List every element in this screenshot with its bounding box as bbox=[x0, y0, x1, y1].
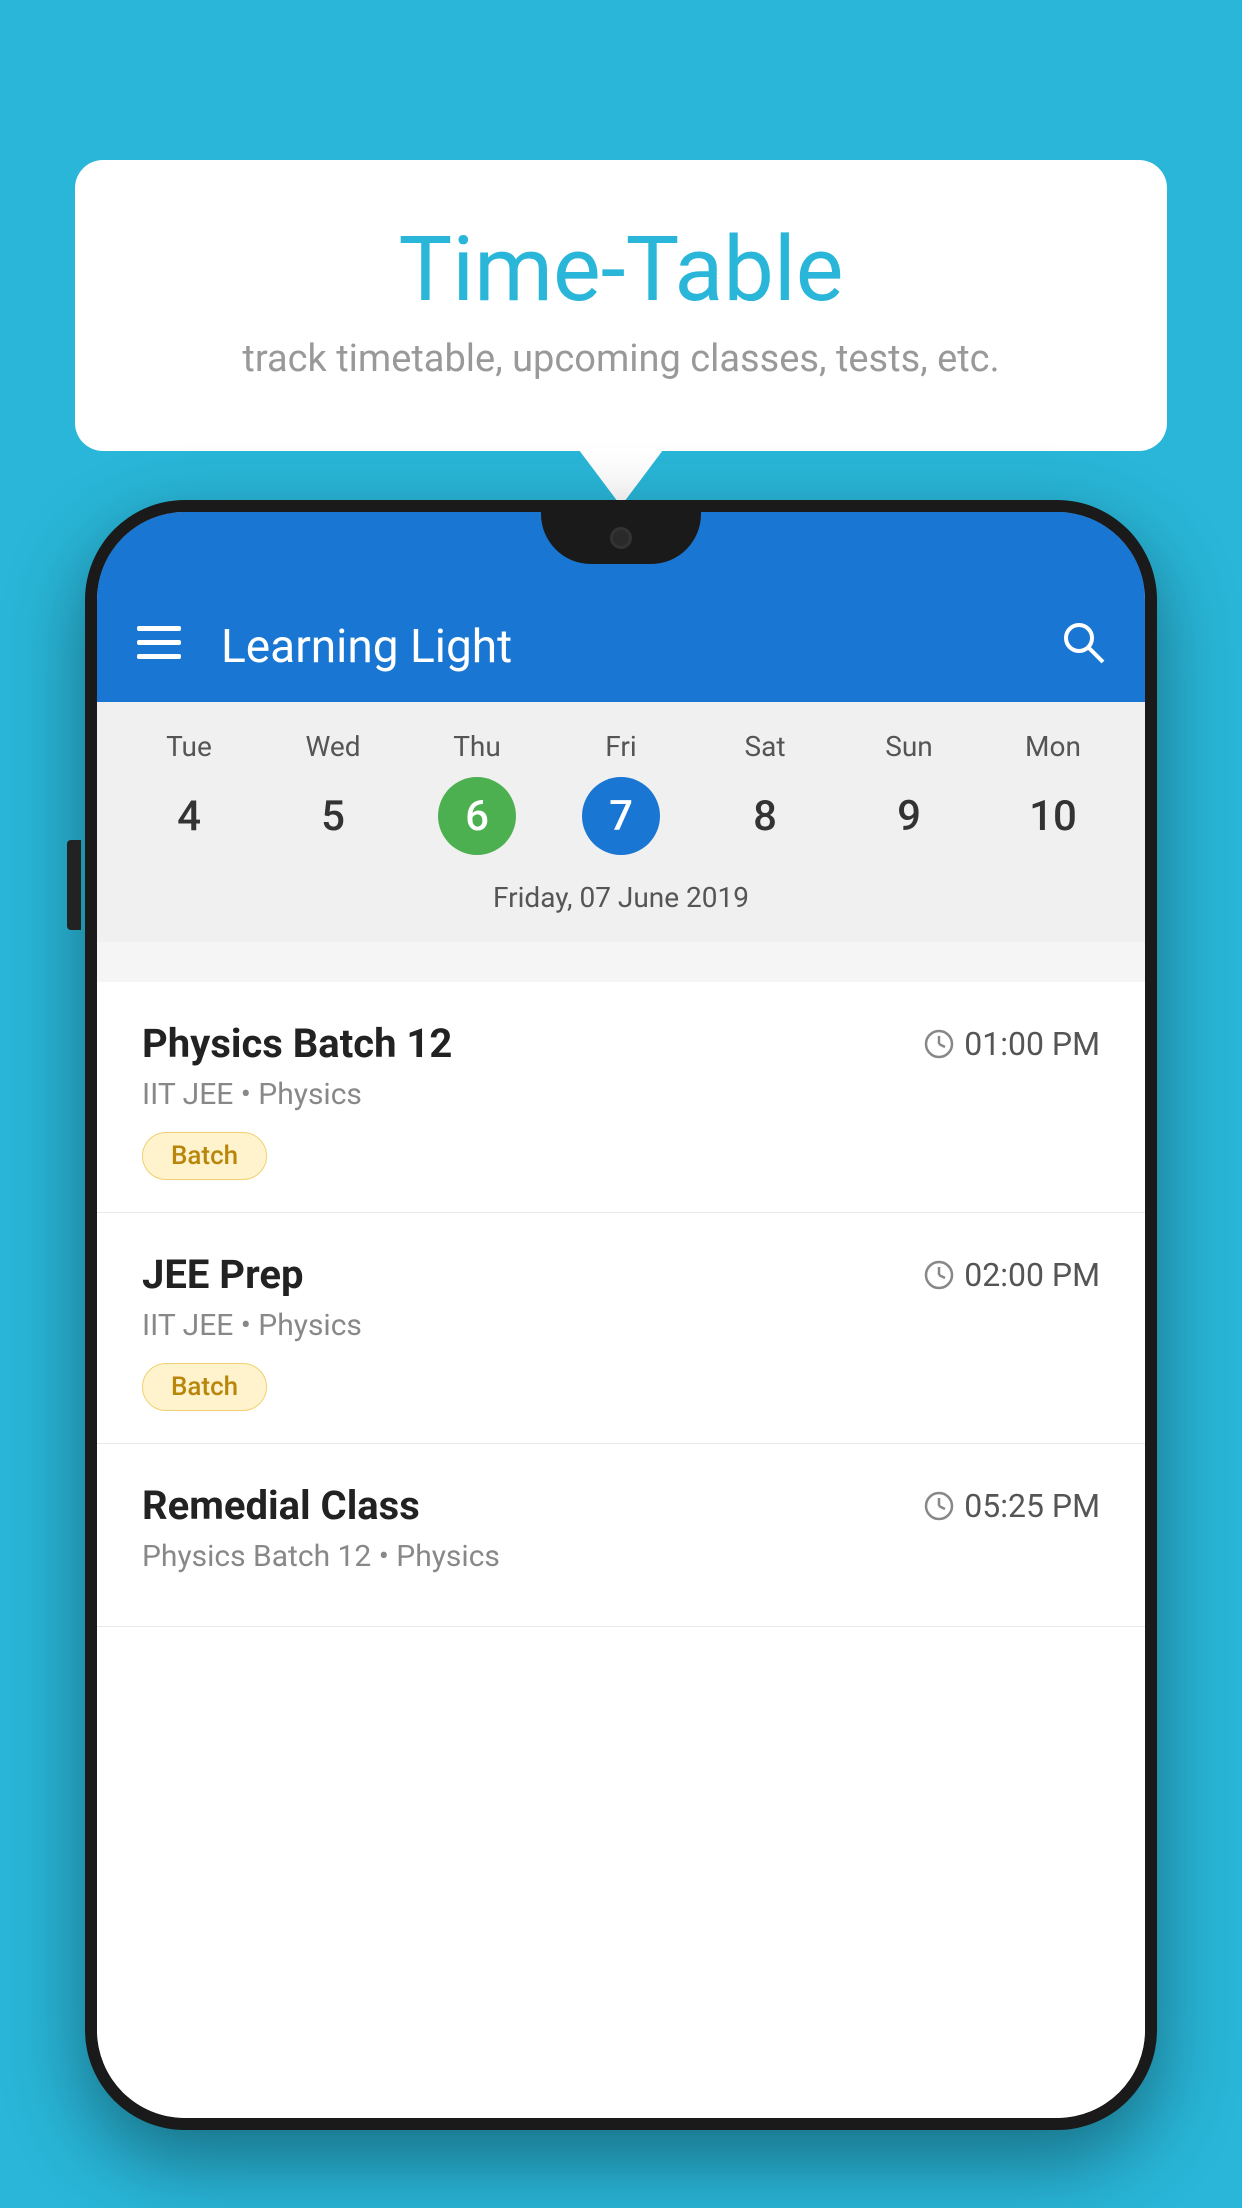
schedule-item[interactable]: Physics Batch 12 01:00 PM IIT JEE • Physic… bbox=[97, 982, 1145, 1213]
day-number: 5 bbox=[294, 777, 372, 855]
schedule-item-header: JEE Prep 02:00 PM bbox=[142, 1251, 1100, 1298]
day-name: Thu bbox=[453, 730, 501, 763]
hamburger-icon[interactable] bbox=[137, 626, 181, 668]
day-number: 4 bbox=[150, 777, 228, 855]
day-cell-sat[interactable]: Sat 8 bbox=[705, 730, 825, 855]
schedule-item-title: Remedial Class bbox=[142, 1482, 420, 1529]
schedule-item-time: 05:25 PM bbox=[924, 1487, 1100, 1525]
day-number: 10 bbox=[1014, 777, 1092, 855]
day-cell-wed[interactable]: Wed 5 bbox=[273, 730, 393, 855]
selected-date-label: Friday, 07 June 2019 bbox=[97, 869, 1145, 932]
schedule-item-subtitle: IIT JEE • Physics bbox=[142, 1308, 1100, 1343]
search-icon[interactable] bbox=[1061, 620, 1105, 675]
camera-dot bbox=[610, 527, 632, 549]
day-name: Sun bbox=[885, 730, 933, 763]
day-name: Mon bbox=[1025, 730, 1081, 763]
batch-tag: Batch bbox=[142, 1132, 267, 1180]
day-cell-thu[interactable]: Thu 6 bbox=[417, 730, 537, 855]
day-name: Sat bbox=[744, 730, 785, 763]
bubble-subtitle: track timetable, upcoming classes, tests… bbox=[155, 337, 1087, 381]
schedule-item-subtitle: Physics Batch 12 • Physics bbox=[142, 1539, 1100, 1574]
schedule-item-header: Remedial Class 05:25 PM bbox=[142, 1482, 1100, 1529]
schedule-item-time: 01:00 PM bbox=[924, 1025, 1100, 1063]
day-cell-mon[interactable]: Mon 10 bbox=[993, 730, 1113, 855]
schedule-item-time: 02:00 PM bbox=[924, 1256, 1100, 1294]
day-name: Tue bbox=[166, 730, 212, 763]
phone-frame: 14:29 bbox=[85, 500, 1157, 2130]
notch bbox=[541, 512, 701, 564]
schedule-list: Physics Batch 12 01:00 PM IIT JEE • Physic… bbox=[97, 982, 1145, 2118]
schedule-item[interactable]: JEE Prep 02:00 PM IIT JEE • Physics Batch bbox=[97, 1213, 1145, 1444]
day-number: 8 bbox=[726, 777, 804, 855]
phone-screen: 14:29 bbox=[97, 512, 1145, 2118]
batch-tag: Batch bbox=[142, 1363, 267, 1411]
phone-container: 14:29 bbox=[85, 500, 1157, 2208]
day-cell-fri[interactable]: Fri 7 bbox=[561, 730, 681, 855]
notch-area bbox=[97, 512, 1145, 592]
clock-icon bbox=[924, 1491, 954, 1521]
calendar-strip: Tue 4 Wed 5 Thu 6 Fri 7 Sat 8 Sun 9 Mon 10 Friday, 07… bbox=[97, 702, 1145, 942]
schedule-item-header: Physics Batch 12 01:00 PM bbox=[142, 1020, 1100, 1067]
schedule-item[interactable]: Remedial Class 05:25 PM Physics Batch 12 •… bbox=[97, 1444, 1145, 1627]
schedule-item-title: JEE Prep bbox=[142, 1251, 303, 1298]
schedule-item-subtitle: IIT JEE • Physics bbox=[142, 1077, 1100, 1112]
bubble-title: Time-Table bbox=[155, 220, 1087, 319]
day-number: 9 bbox=[870, 777, 948, 855]
day-name: Wed bbox=[305, 730, 360, 763]
clock-icon bbox=[924, 1029, 954, 1059]
day-number: 7 bbox=[582, 777, 660, 855]
day-number: 6 bbox=[438, 777, 516, 855]
schedule-item-title: Physics Batch 12 bbox=[142, 1020, 452, 1067]
days-row: Tue 4 Wed 5 Thu 6 Fri 7 Sat 8 Sun 9 Mon 10 bbox=[97, 730, 1145, 855]
app-title: Learning Light bbox=[221, 620, 1061, 674]
app-bar: Learning Light bbox=[97, 592, 1145, 702]
day-cell-sun[interactable]: Sun 9 bbox=[849, 730, 969, 855]
speech-bubble: Time-Table track timetable, upcoming cla… bbox=[75, 160, 1167, 451]
day-cell-tue[interactable]: Tue 4 bbox=[129, 730, 249, 855]
clock-icon bbox=[924, 1260, 954, 1290]
day-name: Fri bbox=[605, 730, 636, 763]
